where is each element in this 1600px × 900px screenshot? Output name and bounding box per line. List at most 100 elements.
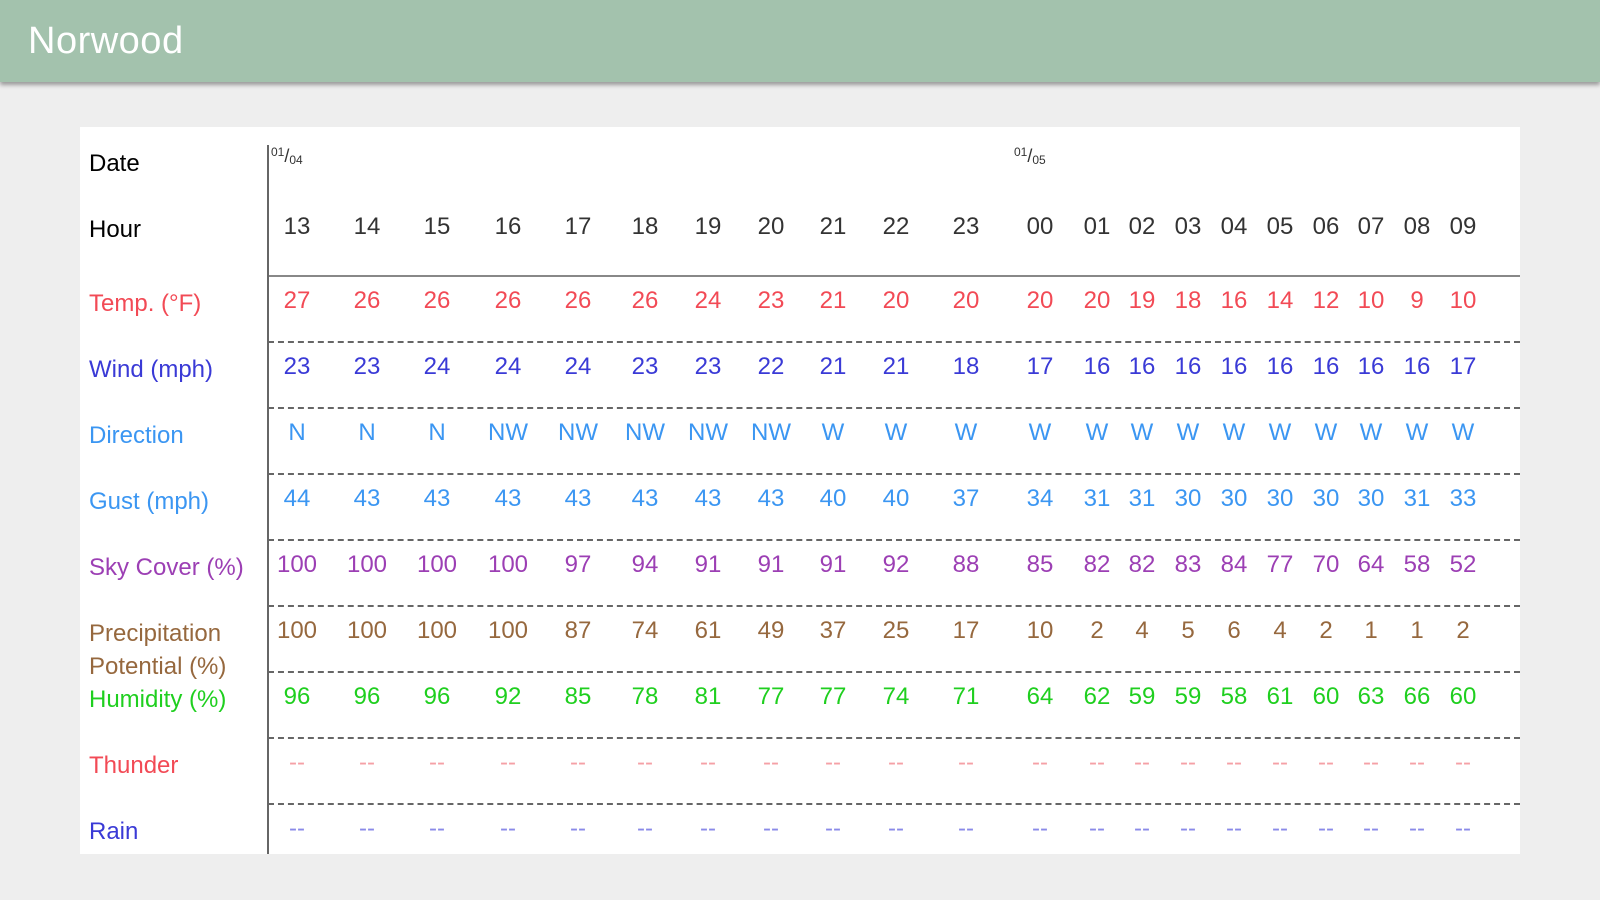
temp-cell: 10 <box>1449 287 1477 314</box>
precip-cell: 74 <box>631 617 659 644</box>
temp-cell: 20 <box>952 287 980 314</box>
sky-cover-cell: 94 <box>631 551 659 578</box>
temp-cell: 26 <box>353 287 381 314</box>
hour-cell: 20 <box>757 213 785 240</box>
direction-cell: W <box>821 419 845 446</box>
sky-cover-cell: 100 <box>276 551 318 578</box>
rain-cell: -- <box>958 815 974 842</box>
gust-cell: 43 <box>353 485 381 512</box>
precip-cell: 17 <box>952 617 980 644</box>
hour-cell: 18 <box>631 213 659 240</box>
forecast-table: Date Hour Temp. (°F) Wind (mph) Directio… <box>80 127 1520 854</box>
direction-cell: W <box>954 419 978 446</box>
temp-cell: 26 <box>564 287 592 314</box>
wind-cell: 24 <box>494 353 522 380</box>
gust-cell: 44 <box>283 485 311 512</box>
direction-cell: N <box>288 419 306 446</box>
temp-cell: 26 <box>494 287 522 314</box>
precip-cell: 100 <box>416 617 458 644</box>
temp-cell: 23 <box>757 287 785 314</box>
thunder-label: Thunder <box>89 752 179 779</box>
temp-cell: 27 <box>283 287 311 314</box>
hour-cell: 21 <box>819 213 847 240</box>
precip-cell: 2 <box>1456 617 1470 644</box>
wind-cell: 24 <box>564 353 592 380</box>
date-day: 05 <box>1032 153 1046 167</box>
direction-cell: W <box>884 419 908 446</box>
sky-cover-cell: 92 <box>882 551 910 578</box>
humidity-cell: 74 <box>882 683 910 710</box>
hour-label: Hour <box>89 216 142 243</box>
sep-7 <box>268 737 1520 739</box>
wind-cell: 24 <box>423 353 451 380</box>
sep-2 <box>268 407 1520 409</box>
direction-cell: NW <box>488 419 528 446</box>
gust-cell: 43 <box>423 485 451 512</box>
temp-cell: 20 <box>882 287 910 314</box>
sep-1 <box>268 341 1520 343</box>
rain-cell: -- <box>888 815 904 842</box>
rain-cell: -- <box>359 815 375 842</box>
direction-cell: N <box>358 419 376 446</box>
hour-cell: 19 <box>694 213 722 240</box>
sep-3 <box>268 473 1520 475</box>
wind-cell: 23 <box>283 353 311 380</box>
rain-cell: -- <box>289 815 305 842</box>
gust-cell: 40 <box>882 485 910 512</box>
hour-cell: 13 <box>283 213 311 240</box>
thunder-cell: -- <box>888 749 904 776</box>
precip-cell: 100 <box>487 617 529 644</box>
temp-cell: 26 <box>423 287 451 314</box>
sky-cover-cell: 91 <box>757 551 785 578</box>
gust-label: Gust (mph) <box>89 488 210 515</box>
humidity-cell: 96 <box>283 683 311 710</box>
thunder-cell: -- <box>1455 749 1471 776</box>
sky-cover-cell: 97 <box>564 551 592 578</box>
thunder-cell: -- <box>359 749 375 776</box>
date-month: 01 <box>271 145 285 159</box>
sep-8 <box>268 803 1520 805</box>
header-separator <box>268 275 1520 277</box>
rain-cell: -- <box>700 815 716 842</box>
wind-cell: 23 <box>694 353 722 380</box>
humidity-cell: 77 <box>819 683 847 710</box>
direction-cell: NW <box>558 419 598 446</box>
thunder-cell: -- <box>958 749 974 776</box>
gust-cell: 40 <box>819 485 847 512</box>
sky-cover-cell: 52 <box>1449 551 1477 578</box>
temp-label: Temp. (°F) <box>89 290 202 317</box>
precip-cell: 37 <box>819 617 847 644</box>
precip-cell: 25 <box>882 617 910 644</box>
humidity-cell: 92 <box>494 683 522 710</box>
precip-cell: 87 <box>564 617 592 644</box>
rain-label: Rain <box>89 818 139 845</box>
date-cell: 01/05 <box>1014 145 1046 167</box>
hour-cell: 16 <box>494 213 522 240</box>
sky-cover-cell: 91 <box>819 551 847 578</box>
sep-5 <box>268 605 1520 607</box>
precip-cell: 100 <box>276 617 318 644</box>
thunder-cell: -- <box>570 749 586 776</box>
sky-cover-cell: 100 <box>346 551 388 578</box>
humidity-cell: 81 <box>694 683 722 710</box>
sky-cover-cell: 100 <box>487 551 529 578</box>
sky-cover-cell: 100 <box>416 551 458 578</box>
gust-cell: 37 <box>952 485 980 512</box>
rain-cell: -- <box>1455 815 1471 842</box>
rain-cell: -- <box>763 815 779 842</box>
direction-cell: NW <box>625 419 665 446</box>
gust-cell: 43 <box>757 485 785 512</box>
direction-cell: NW <box>751 419 791 446</box>
thunder-cell: -- <box>825 749 841 776</box>
date-cell: 01/04 <box>271 145 303 167</box>
sky-cover-cell: 91 <box>694 551 722 578</box>
hour-cell: 14 <box>353 213 381 240</box>
sep-6 <box>268 671 1520 673</box>
rain-cell: -- <box>570 815 586 842</box>
wind-cell: 21 <box>819 353 847 380</box>
thunder-cell: -- <box>637 749 653 776</box>
gust-cell: 43 <box>694 485 722 512</box>
sep-4 <box>268 539 1520 541</box>
date-day: 04 <box>289 153 303 167</box>
precip-cell: 49 <box>757 617 785 644</box>
